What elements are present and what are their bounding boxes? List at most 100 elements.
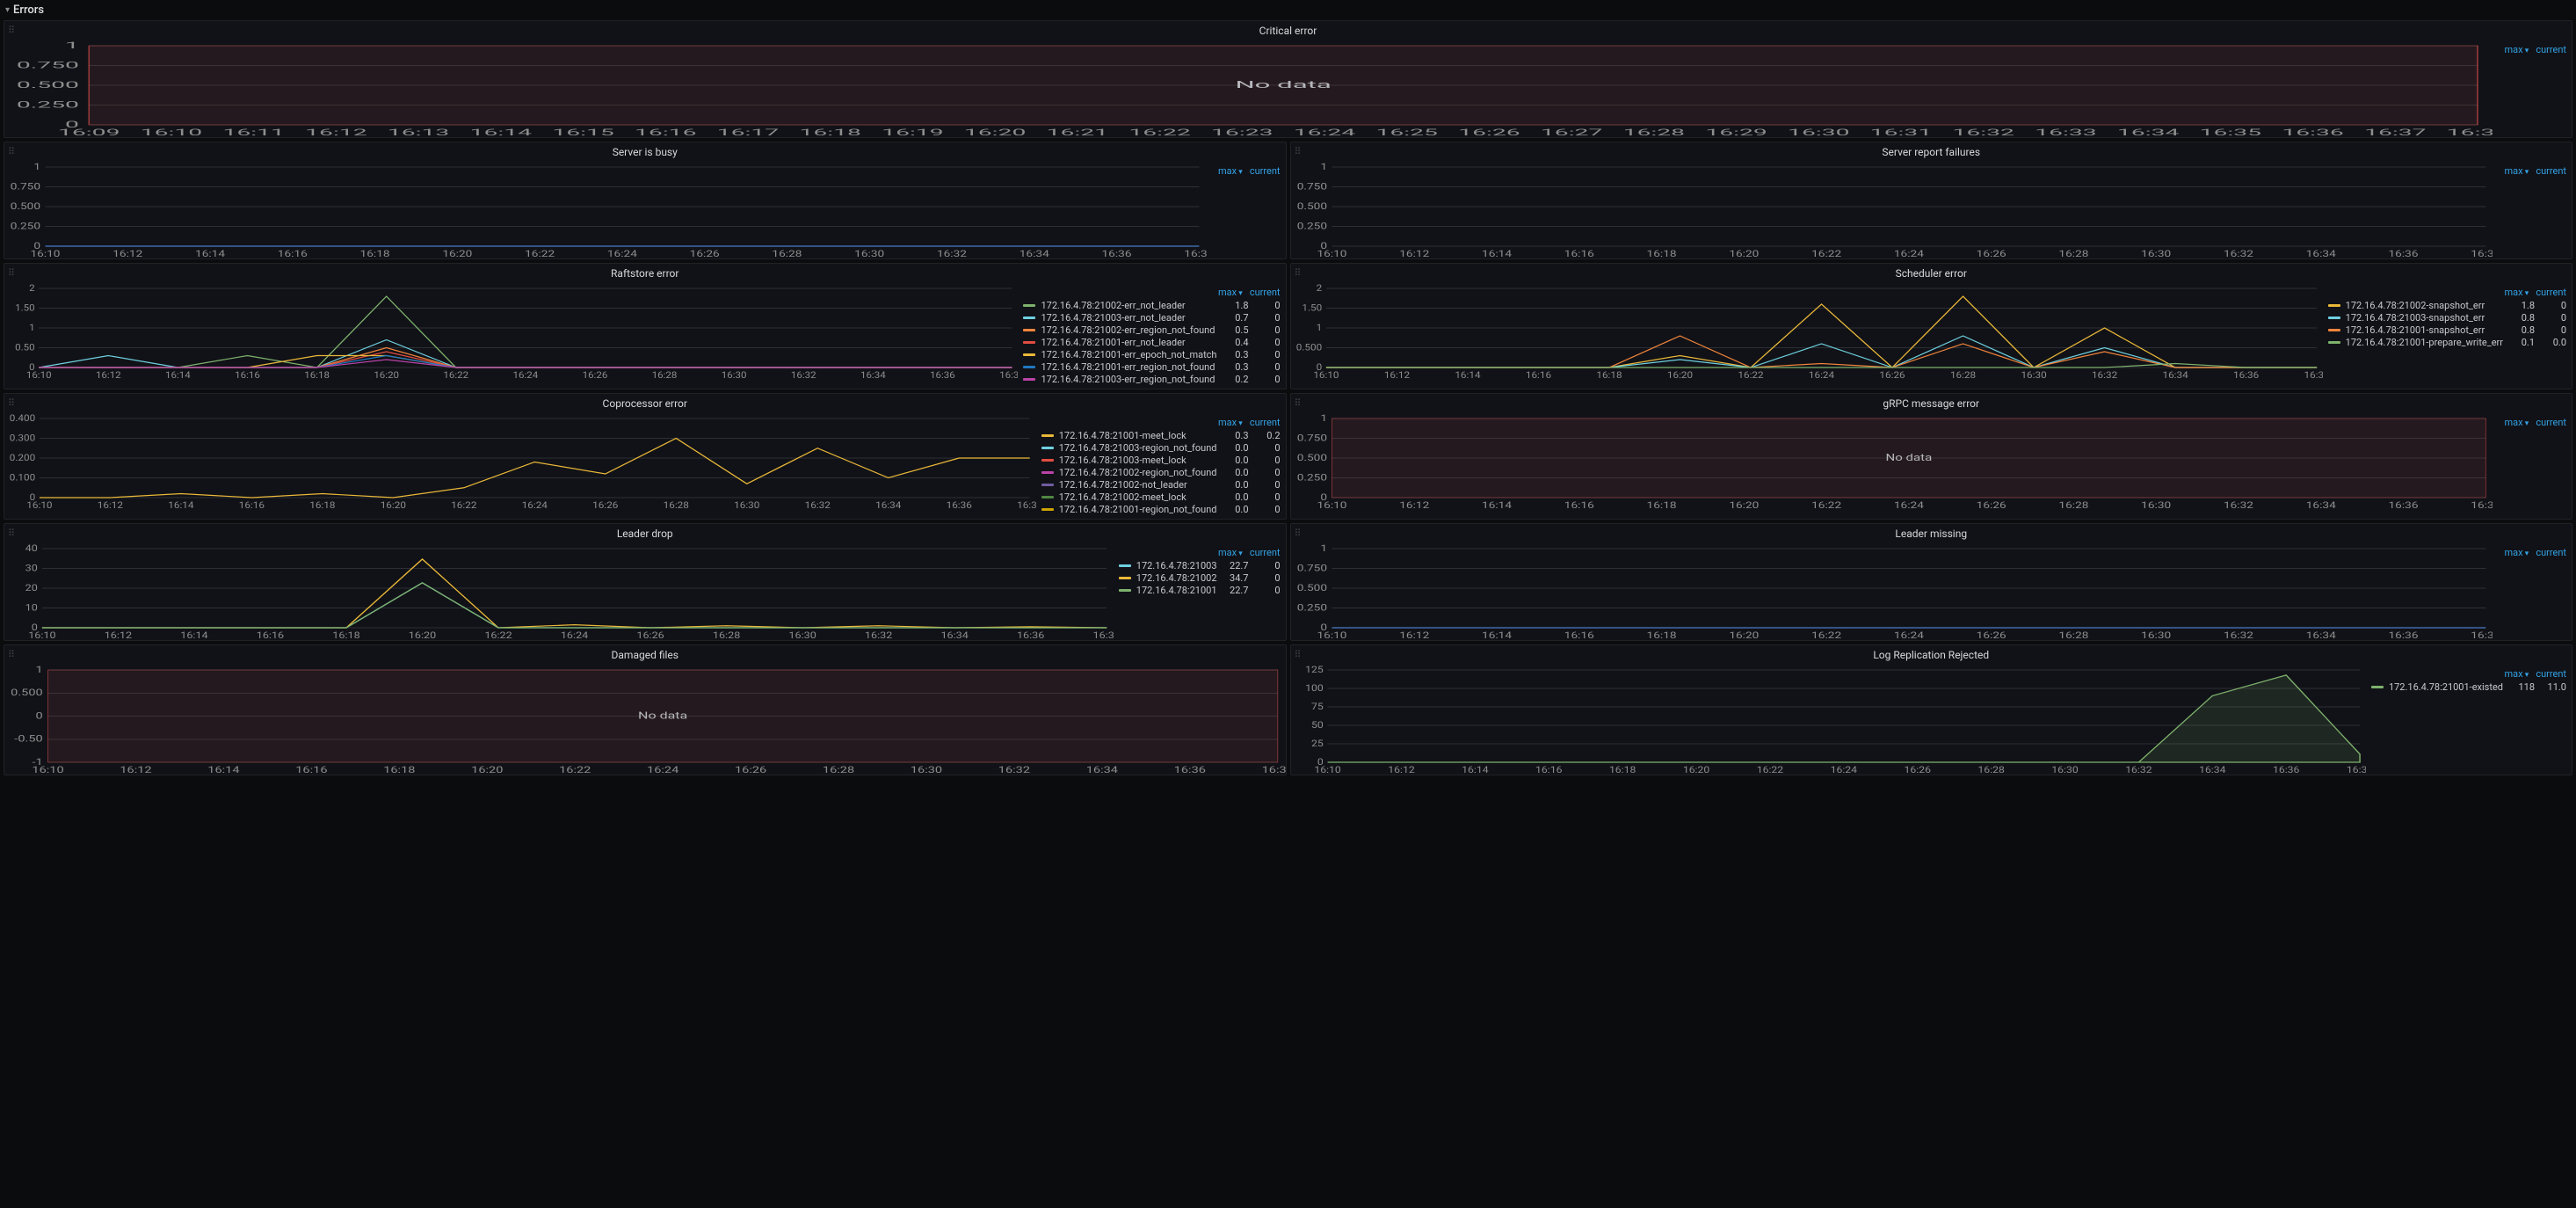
- drag-handle-icon[interactable]: ⠿: [8, 528, 15, 539]
- panel-title[interactable]: Server is busy: [4, 142, 1286, 162]
- legend: max current: [2493, 40, 2572, 137]
- legend-cur: 0: [1254, 442, 1281, 454]
- drag-handle-icon[interactable]: ⠿: [1295, 146, 1302, 157]
- panel-title[interactable]: Leader missing: [1291, 524, 2572, 543]
- legend-sort-current[interactable]: current: [2536, 287, 2566, 298]
- x-tick: 16:28: [1949, 370, 1975, 380]
- legend-sort-max[interactable]: max: [2504, 287, 2529, 298]
- legend-sort-current[interactable]: current: [2536, 44, 2566, 55]
- legend-label: 172.16.4.78:21002-region_not_found: [1059, 467, 1217, 478]
- legend-sort-max[interactable]: max: [2504, 44, 2529, 55]
- legend-row[interactable]: 172.16.4.78:21001-err_not_leader0.40: [1023, 337, 1280, 348]
- chart-area[interactable]: -1-0.5000.500116:1016:1216:1416:1616:181…: [4, 665, 1286, 775]
- legend-sort-max[interactable]: max: [2504, 417, 2529, 428]
- chart-area[interactable]: 00.2500.5000.750116:1016:1216:1416:1616:…: [1291, 413, 2493, 510]
- legend-sort-current[interactable]: current: [1250, 417, 1281, 428]
- drag-handle-icon[interactable]: ⠿: [8, 25, 15, 36]
- x-tick: 16:20: [1666, 370, 1692, 380]
- legend-sort-max[interactable]: max: [1218, 547, 1243, 558]
- legend-row[interactable]: 172.16.4.78:21003-err_region_not_found0.…: [1023, 374, 1280, 385]
- chart-area[interactable]: 00.2500.5000.750116:1016:1216:1416:1616:…: [1291, 162, 2493, 258]
- legend-sort-max[interactable]: max: [2504, 668, 2529, 680]
- panel-title[interactable]: gRPC message error: [1291, 394, 2572, 413]
- panel-title[interactable]: Log Replication Rejected: [1291, 645, 2572, 665]
- drag-handle-icon[interactable]: ⠿: [8, 146, 15, 157]
- drag-handle-icon[interactable]: ⠿: [1295, 267, 1302, 279]
- x-tick: 16:32: [937, 249, 967, 258]
- panel-title[interactable]: Raftstore error: [4, 264, 1286, 283]
- legend-row[interactable]: 172.16.4.78:21002-region_not_found0.00: [1041, 467, 1281, 478]
- drag-handle-icon[interactable]: ⠿: [8, 267, 15, 279]
- legend-row[interactable]: 172.16.4.78:21001-err_region_not_found0.…: [1023, 361, 1280, 373]
- legend-row[interactable]: 172.16.4.78:2100322.70: [1119, 560, 1281, 571]
- legend-cur: 0: [1254, 300, 1281, 311]
- legend-sort-current[interactable]: current: [1250, 287, 1281, 298]
- x-tick: 16:10: [1317, 630, 1346, 640]
- panel-title[interactable]: Critical error: [4, 21, 2572, 40]
- legend-sort-current[interactable]: current: [1250, 547, 1281, 558]
- drag-handle-icon[interactable]: ⠿: [1295, 649, 1302, 660]
- legend-sort-max[interactable]: max: [1218, 287, 1243, 298]
- legend-max: 0.0: [1223, 442, 1249, 454]
- y-tick: -0.50: [14, 734, 42, 745]
- panel-title[interactable]: Damaged files: [4, 645, 1286, 665]
- legend-row[interactable]: 172.16.4.78:21001-meet_lock0.30.2: [1041, 430, 1281, 441]
- legend-sort-current[interactable]: current: [2536, 417, 2566, 428]
- x-tick: 16:38: [1262, 765, 1286, 775]
- x-tick: 16:26: [735, 765, 766, 775]
- drag-handle-icon[interactable]: ⠿: [1295, 528, 1302, 539]
- legend-row[interactable]: 172.16.4.78:21001-region_not_found0.00: [1041, 504, 1281, 515]
- legend-sort-current[interactable]: current: [2536, 165, 2566, 177]
- drag-handle-icon[interactable]: ⠿: [1295, 397, 1302, 409]
- chart-area[interactable]: 00.50011.50216:1016:1216:1416:1616:1816:…: [1291, 283, 2323, 380]
- section-toggle[interactable]: ▾ Errors: [0, 0, 2576, 20]
- legend-sort-current[interactable]: current: [1250, 165, 1281, 177]
- legend-label: 172.16.4.78:21003-err_region_not_found: [1041, 374, 1216, 385]
- legend-row[interactable]: 172.16.4.78:21003-err_not_leader0.70: [1023, 312, 1280, 324]
- chart-area[interactable]: 00.1000.2000.3000.40016:1016:1216:1416:1…: [4, 413, 1036, 510]
- legend-row[interactable]: 172.16.4.78:21001-snapshot_err0.80: [2328, 324, 2566, 336]
- x-tick: 16:18: [360, 249, 390, 258]
- panel-title[interactable]: Server report failures: [1291, 142, 2572, 162]
- legend-row[interactable]: 172.16.4.78:21001-existed11811.0: [2371, 681, 2566, 693]
- legend-row[interactable]: 172.16.4.78:21001-err_epoch_not_match0.3…: [1023, 349, 1280, 360]
- legend-sort-max[interactable]: max: [2504, 165, 2529, 177]
- panel-title[interactable]: Scheduler error: [1291, 264, 2572, 283]
- y-tick: 0.500: [1296, 453, 1327, 463]
- y-tick: 20: [25, 582, 38, 593]
- legend-row[interactable]: 172.16.4.78:21003-meet_lock0.00: [1041, 455, 1281, 466]
- chart-area[interactable]: 00.2500.5000.750116:1016:1216:1416:1616:…: [1291, 543, 2493, 640]
- legend-row[interactable]: 172.16.4.78:21002-meet_lock0.00: [1041, 491, 1281, 503]
- chart-area[interactable]: 00.2500.5000.750116:1016:1216:1416:1616:…: [4, 162, 1207, 258]
- legend-row[interactable]: 172.16.4.78:21002-err_not_leader1.80: [1023, 300, 1280, 311]
- legend-row[interactable]: 172.16.4.78:2100234.70: [1119, 572, 1281, 584]
- legend-row[interactable]: 172.16.4.78:21002-not_leader0.00: [1041, 479, 1281, 491]
- legend-sort-current[interactable]: current: [2536, 547, 2566, 558]
- x-tick: 16:38: [2346, 765, 2366, 775]
- legend-sort-max[interactable]: max: [1218, 417, 1243, 428]
- x-tick: 16:34: [875, 500, 901, 510]
- drag-handle-icon[interactable]: ⠿: [8, 649, 15, 660]
- drag-handle-icon[interactable]: ⠿: [8, 397, 15, 409]
- legend-sort-max[interactable]: max: [1218, 165, 1243, 177]
- x-tick: 16:30: [2141, 500, 2171, 510]
- legend-row[interactable]: 172.16.4.78:21002-snapshot_err1.80: [2328, 300, 2566, 311]
- chart-area[interactable]: 01020304016:1016:1216:1416:1616:1816:201…: [4, 543, 1114, 640]
- legend-sort-max[interactable]: max: [2504, 547, 2529, 558]
- chart-area[interactable]: 00.5011.50216:1016:1216:1416:1616:1816:2…: [4, 283, 1018, 380]
- chart-area[interactable]: 00.2500.5000.750116:0916:1016:1116:1216:…: [4, 40, 2493, 137]
- x-tick: 16:28: [2058, 500, 2088, 510]
- legend-row[interactable]: 172.16.4.78:21003-snapshot_err0.80: [2328, 312, 2566, 324]
- x-tick: 16:20: [374, 370, 399, 380]
- legend-row[interactable]: 172.16.4.78:2100122.70: [1119, 585, 1281, 596]
- chart-area[interactable]: 025507510012516:1016:1216:1416:1616:1816…: [1291, 665, 2366, 775]
- legend-row[interactable]: 172.16.4.78:21002-err_region_not_found0.…: [1023, 324, 1280, 336]
- legend-row[interactable]: 172.16.4.78:21001-prepare_write_err0.10.…: [2328, 337, 2566, 348]
- panel-title[interactable]: Leader drop: [4, 524, 1286, 543]
- legend-sort-current[interactable]: current: [2536, 668, 2566, 680]
- x-tick: 16:22: [1756, 765, 1782, 775]
- y-tick: 0.750: [1296, 433, 1327, 443]
- panel-title[interactable]: Coprocessor error: [4, 394, 1286, 413]
- x-tick: 16:28: [652, 370, 678, 380]
- legend-row[interactable]: 172.16.4.78:21003-region_not_found0.00: [1041, 442, 1281, 454]
